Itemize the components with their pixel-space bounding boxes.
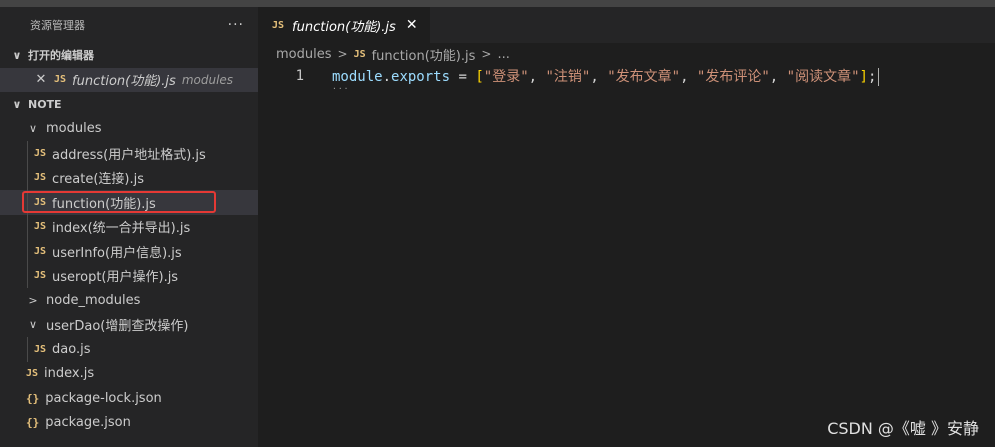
- js-file-icon: JS: [353, 48, 366, 60]
- token-bracket: [: [475, 69, 484, 85]
- indent-guide: [27, 165, 28, 190]
- explorer-sidebar: 资源管理器 ··· ∨ 打开的编辑器 ✕ JS function(功能).js …: [0, 7, 258, 447]
- file-label: userInfo(用户信息).js: [52, 245, 182, 261]
- folder-modules[interactable]: ∨ modules: [0, 117, 258, 142]
- chevron-right-icon: >: [481, 47, 492, 61]
- js-file-icon: JS: [26, 368, 39, 380]
- file-label: package-lock.json: [45, 390, 162, 406]
- folder-userdao[interactable]: ∨ userDao(增删查改操作): [0, 313, 258, 338]
- chevron-down-icon: ∨: [28, 318, 38, 332]
- vscode-window: 资源管理器 ··· ∨ 打开的编辑器 ✕ JS function(功能).js …: [0, 0, 995, 447]
- indent-guide: [27, 337, 28, 362]
- folder-label: userDao(增删查改操作): [46, 319, 189, 335]
- file-item[interactable]: JS address(用户地址格式).js: [0, 141, 258, 166]
- token-string: "发布文章": [607, 69, 681, 85]
- token-comma: ,: [769, 69, 787, 85]
- explorer-header: 资源管理器 ···: [0, 7, 258, 43]
- file-label: index.js: [44, 366, 95, 382]
- js-file-icon: JS: [34, 221, 47, 233]
- file-item-selected[interactable]: JS function(功能).js: [0, 190, 258, 215]
- open-editors-section[interactable]: ∨ 打开的编辑器: [0, 43, 258, 68]
- indent-guide: [27, 263, 28, 288]
- note-label: NOTE: [28, 97, 62, 111]
- chevron-down-icon: ∨: [28, 122, 38, 136]
- json-file-icon: {}: [26, 391, 40, 405]
- chevron-down-icon: ∨: [12, 48, 22, 62]
- token-identifier: exports: [391, 69, 451, 85]
- indent-guide: [27, 239, 28, 264]
- js-file-icon: JS: [34, 270, 47, 282]
- hint-dots-icon: ···: [332, 84, 350, 93]
- json-file-icon: {}: [26, 416, 40, 430]
- js-file-icon: JS: [34, 147, 47, 159]
- token-dot: .: [382, 69, 392, 85]
- chevron-right-icon: >: [337, 47, 348, 61]
- breadcrumb-file[interactable]: function(功能).js: [372, 45, 476, 64]
- more-actions-icon[interactable]: ···: [228, 17, 244, 33]
- tab-active-file[interactable]: JS function(功能).js ✕: [258, 7, 430, 43]
- highlight-box: [22, 191, 216, 213]
- text-cursor: [878, 68, 880, 86]
- line-number: 1: [295, 68, 304, 84]
- token-operator: =: [450, 69, 476, 85]
- chevron-right-icon: >: [28, 293, 38, 307]
- file-label: useropt(用户操作).js: [52, 270, 179, 286]
- code-text[interactable]: module.exports = ["登录", "注销", "发布文章", "发…: [332, 66, 880, 86]
- breadcrumb-tail[interactable]: ...: [497, 47, 509, 62]
- explorer-title: 资源管理器: [30, 19, 85, 32]
- token-identifier: module: [332, 69, 383, 85]
- file-label: dao.js: [52, 341, 91, 357]
- token-string: "阅读文章": [786, 69, 860, 85]
- watermark: CSDN @《嘘 》安静: [827, 419, 979, 438]
- file-label: package.json: [45, 415, 131, 431]
- file-item[interactable]: JS create(连接).js: [0, 165, 258, 190]
- file-item[interactable]: JS userInfo(用户信息).js: [0, 239, 258, 264]
- file-label: address(用户地址格式).js: [52, 147, 206, 163]
- indent-guide: [27, 214, 28, 239]
- js-file-icon: JS: [272, 19, 285, 31]
- file-item[interactable]: JS useropt(用户操作).js: [0, 263, 258, 288]
- open-editor-filename: function(功能).js: [72, 74, 176, 90]
- token-string: "注销": [545, 69, 591, 85]
- chevron-down-icon: ∨: [12, 97, 22, 111]
- token-bracket: ]: [859, 69, 868, 85]
- token-comma: ,: [590, 69, 608, 85]
- js-file-icon: JS: [34, 245, 47, 257]
- open-editor-item[interactable]: ✕ JS function(功能).js modules: [0, 67, 258, 92]
- tab-bar: JS function(功能).js ✕: [258, 7, 995, 43]
- js-file-icon: JS: [34, 172, 47, 184]
- js-file-icon: JS: [54, 74, 67, 86]
- file-label: create(连接).js: [52, 172, 144, 188]
- breadcrumb: modules > JS function(功能).js > ...: [258, 43, 995, 65]
- editor-area: JS function(功能).js ✕ modules > JS functi…: [258, 7, 995, 447]
- note-section[interactable]: ∨ NOTE: [0, 92, 258, 117]
- token-comma: ,: [680, 69, 697, 85]
- close-icon[interactable]: ✕: [34, 72, 48, 87]
- open-editor-folder: modules: [181, 72, 234, 87]
- file-item[interactable]: JS index(统一合并导出).js: [0, 214, 258, 239]
- code-line[interactable]: 1 module.exports = ["登录", "注销", "发布文章", …: [258, 65, 995, 93]
- tab-label: function(功能).js: [292, 19, 396, 35]
- token-string: "登录": [483, 69, 529, 85]
- folder-label: node_modules: [46, 292, 141, 308]
- open-editors-label: 打开的编辑器: [28, 49, 94, 63]
- file-item[interactable]: JS dao.js: [0, 337, 258, 362]
- indent-guide: [27, 141, 28, 166]
- token-string: "发布评论": [696, 69, 770, 85]
- breadcrumb-folder[interactable]: modules: [276, 47, 332, 62]
- close-icon[interactable]: ✕: [406, 17, 418, 33]
- folder-node-modules[interactable]: > node_modules: [0, 288, 258, 313]
- folder-label: modules: [46, 121, 102, 137]
- token-comma: ,: [528, 69, 546, 85]
- token-semicolon: ;: [867, 69, 877, 85]
- js-file-icon: JS: [34, 343, 47, 355]
- file-item[interactable]: {} package.json: [0, 411, 258, 436]
- file-label: index(统一合并导出).js: [52, 221, 191, 237]
- file-item[interactable]: JS index.js: [0, 362, 258, 387]
- file-item[interactable]: {} package-lock.json: [0, 386, 258, 411]
